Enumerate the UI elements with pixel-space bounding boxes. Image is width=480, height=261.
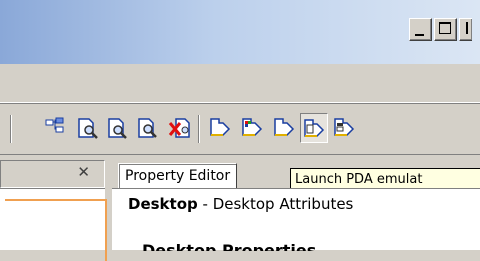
selection-frame <box>5 199 107 261</box>
property-editor-content: Desktop - Desktop Attributes Desktop Pro… <box>112 188 480 251</box>
preview-doc-icon <box>108 118 127 139</box>
maximize-button[interactable] <box>434 18 457 41</box>
close-icon <box>466 22 468 34</box>
launch-button[interactable] <box>206 113 234 143</box>
editor-heading: Desktop - Desktop Attributes <box>128 195 353 213</box>
find-doc-icon <box>78 118 98 139</box>
editor-heading-bold: Desktop <box>128 195 198 213</box>
toolbar-separator <box>10 115 12 143</box>
close-button[interactable] <box>459 18 472 41</box>
editor-row: Desktop Properties <box>122 231 462 251</box>
launch-pda-emulator-icon <box>304 119 325 137</box>
editor-row-label: Desktop Properties <box>142 241 317 251</box>
minimize-icon <box>415 34 424 36</box>
left-panel-close-button[interactable]: ✕ <box>77 163 90 181</box>
tree-icon <box>45 117 64 133</box>
launch-device-icon <box>334 118 355 136</box>
launch-device-button[interactable] <box>330 113 358 143</box>
launch-icon <box>210 118 231 136</box>
delete-doc-button[interactable] <box>166 113 194 143</box>
preview-doc-button[interactable] <box>104 113 132 143</box>
left-panel: ✕ <box>0 160 107 261</box>
toolbar-separator <box>198 115 200 143</box>
property-editor-panel: Property Editor Launch PDA emulat Deskto… <box>112 160 480 251</box>
launch-color-button[interactable] <box>238 113 266 143</box>
editor-heading-rest: - Desktop Attributes <box>197 195 354 213</box>
launch-alt-icon <box>274 118 295 136</box>
left-panel-content <box>0 188 107 261</box>
tree-button[interactable] <box>42 113 70 143</box>
toolbar <box>0 103 480 155</box>
window-controls <box>409 18 472 41</box>
find-doc-button[interactable] <box>74 113 102 143</box>
delete-doc-icon <box>168 118 190 138</box>
launch-color-icon <box>242 118 263 136</box>
left-panel-header: ✕ <box>0 160 105 188</box>
tab-property-editor[interactable]: Property Editor <box>118 163 238 189</box>
menu-area <box>0 64 480 103</box>
minimize-button[interactable] <box>409 18 432 41</box>
inspect-doc-icon <box>138 118 157 138</box>
title-bar <box>0 0 480 64</box>
launch-alt-button[interactable] <box>270 113 298 143</box>
maximize-icon <box>439 22 451 34</box>
launch-pda-emulator-button[interactable] <box>300 113 328 143</box>
inspect-doc-button[interactable] <box>134 113 162 143</box>
